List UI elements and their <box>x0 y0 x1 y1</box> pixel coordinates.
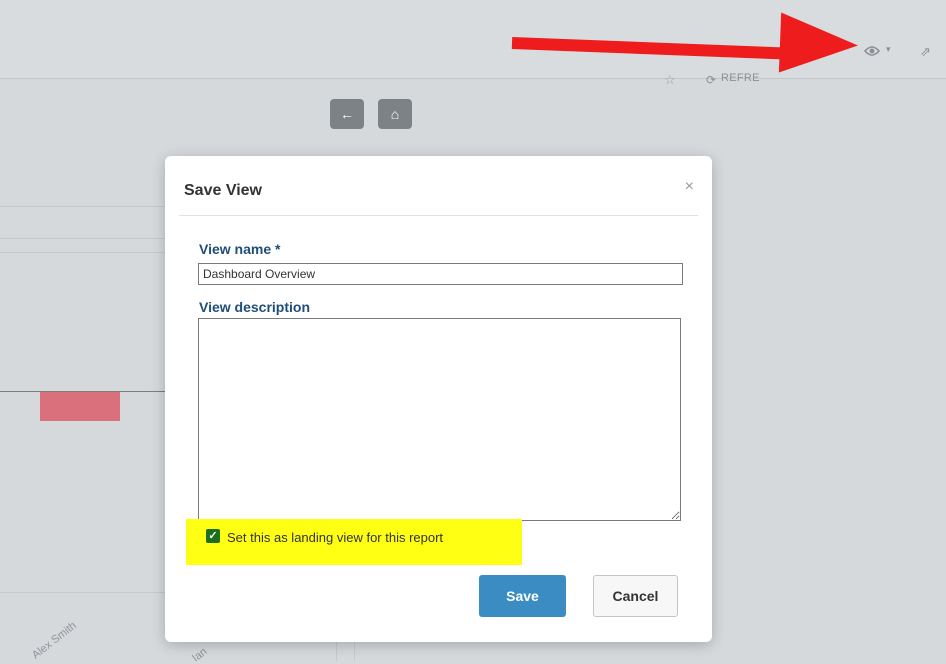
view-name-label: View name * <box>199 241 281 257</box>
eye-icon[interactable] <box>863 45 881 60</box>
divider <box>336 642 337 661</box>
annotation-arrow-head <box>778 12 860 76</box>
divider <box>354 642 355 661</box>
landing-view-label[interactable]: Set this as landing view for this report <box>227 530 443 545</box>
cancel-button[interactable]: Cancel <box>593 575 678 617</box>
eye-dropdown-caret-icon[interactable]: ▾ <box>886 44 891 55</box>
share-icon[interactable]: ⇗ <box>920 44 931 60</box>
divider <box>0 238 170 239</box>
landing-view-checkbox[interactable]: ✓ <box>206 529 220 543</box>
view-name-input[interactable] <box>198 263 683 285</box>
divider <box>0 206 170 207</box>
divider <box>0 592 170 593</box>
view-description-label: View description <box>199 299 310 315</box>
save-view-dialog: Save View × View name * View description… <box>165 156 712 642</box>
view-description-textarea[interactable] <box>198 318 681 521</box>
close-button[interactable]: × <box>679 178 700 196</box>
dialog-title: Save View <box>184 182 262 199</box>
save-button[interactable]: Save <box>479 575 566 617</box>
divider <box>0 252 170 253</box>
chart-bar <box>40 392 120 421</box>
